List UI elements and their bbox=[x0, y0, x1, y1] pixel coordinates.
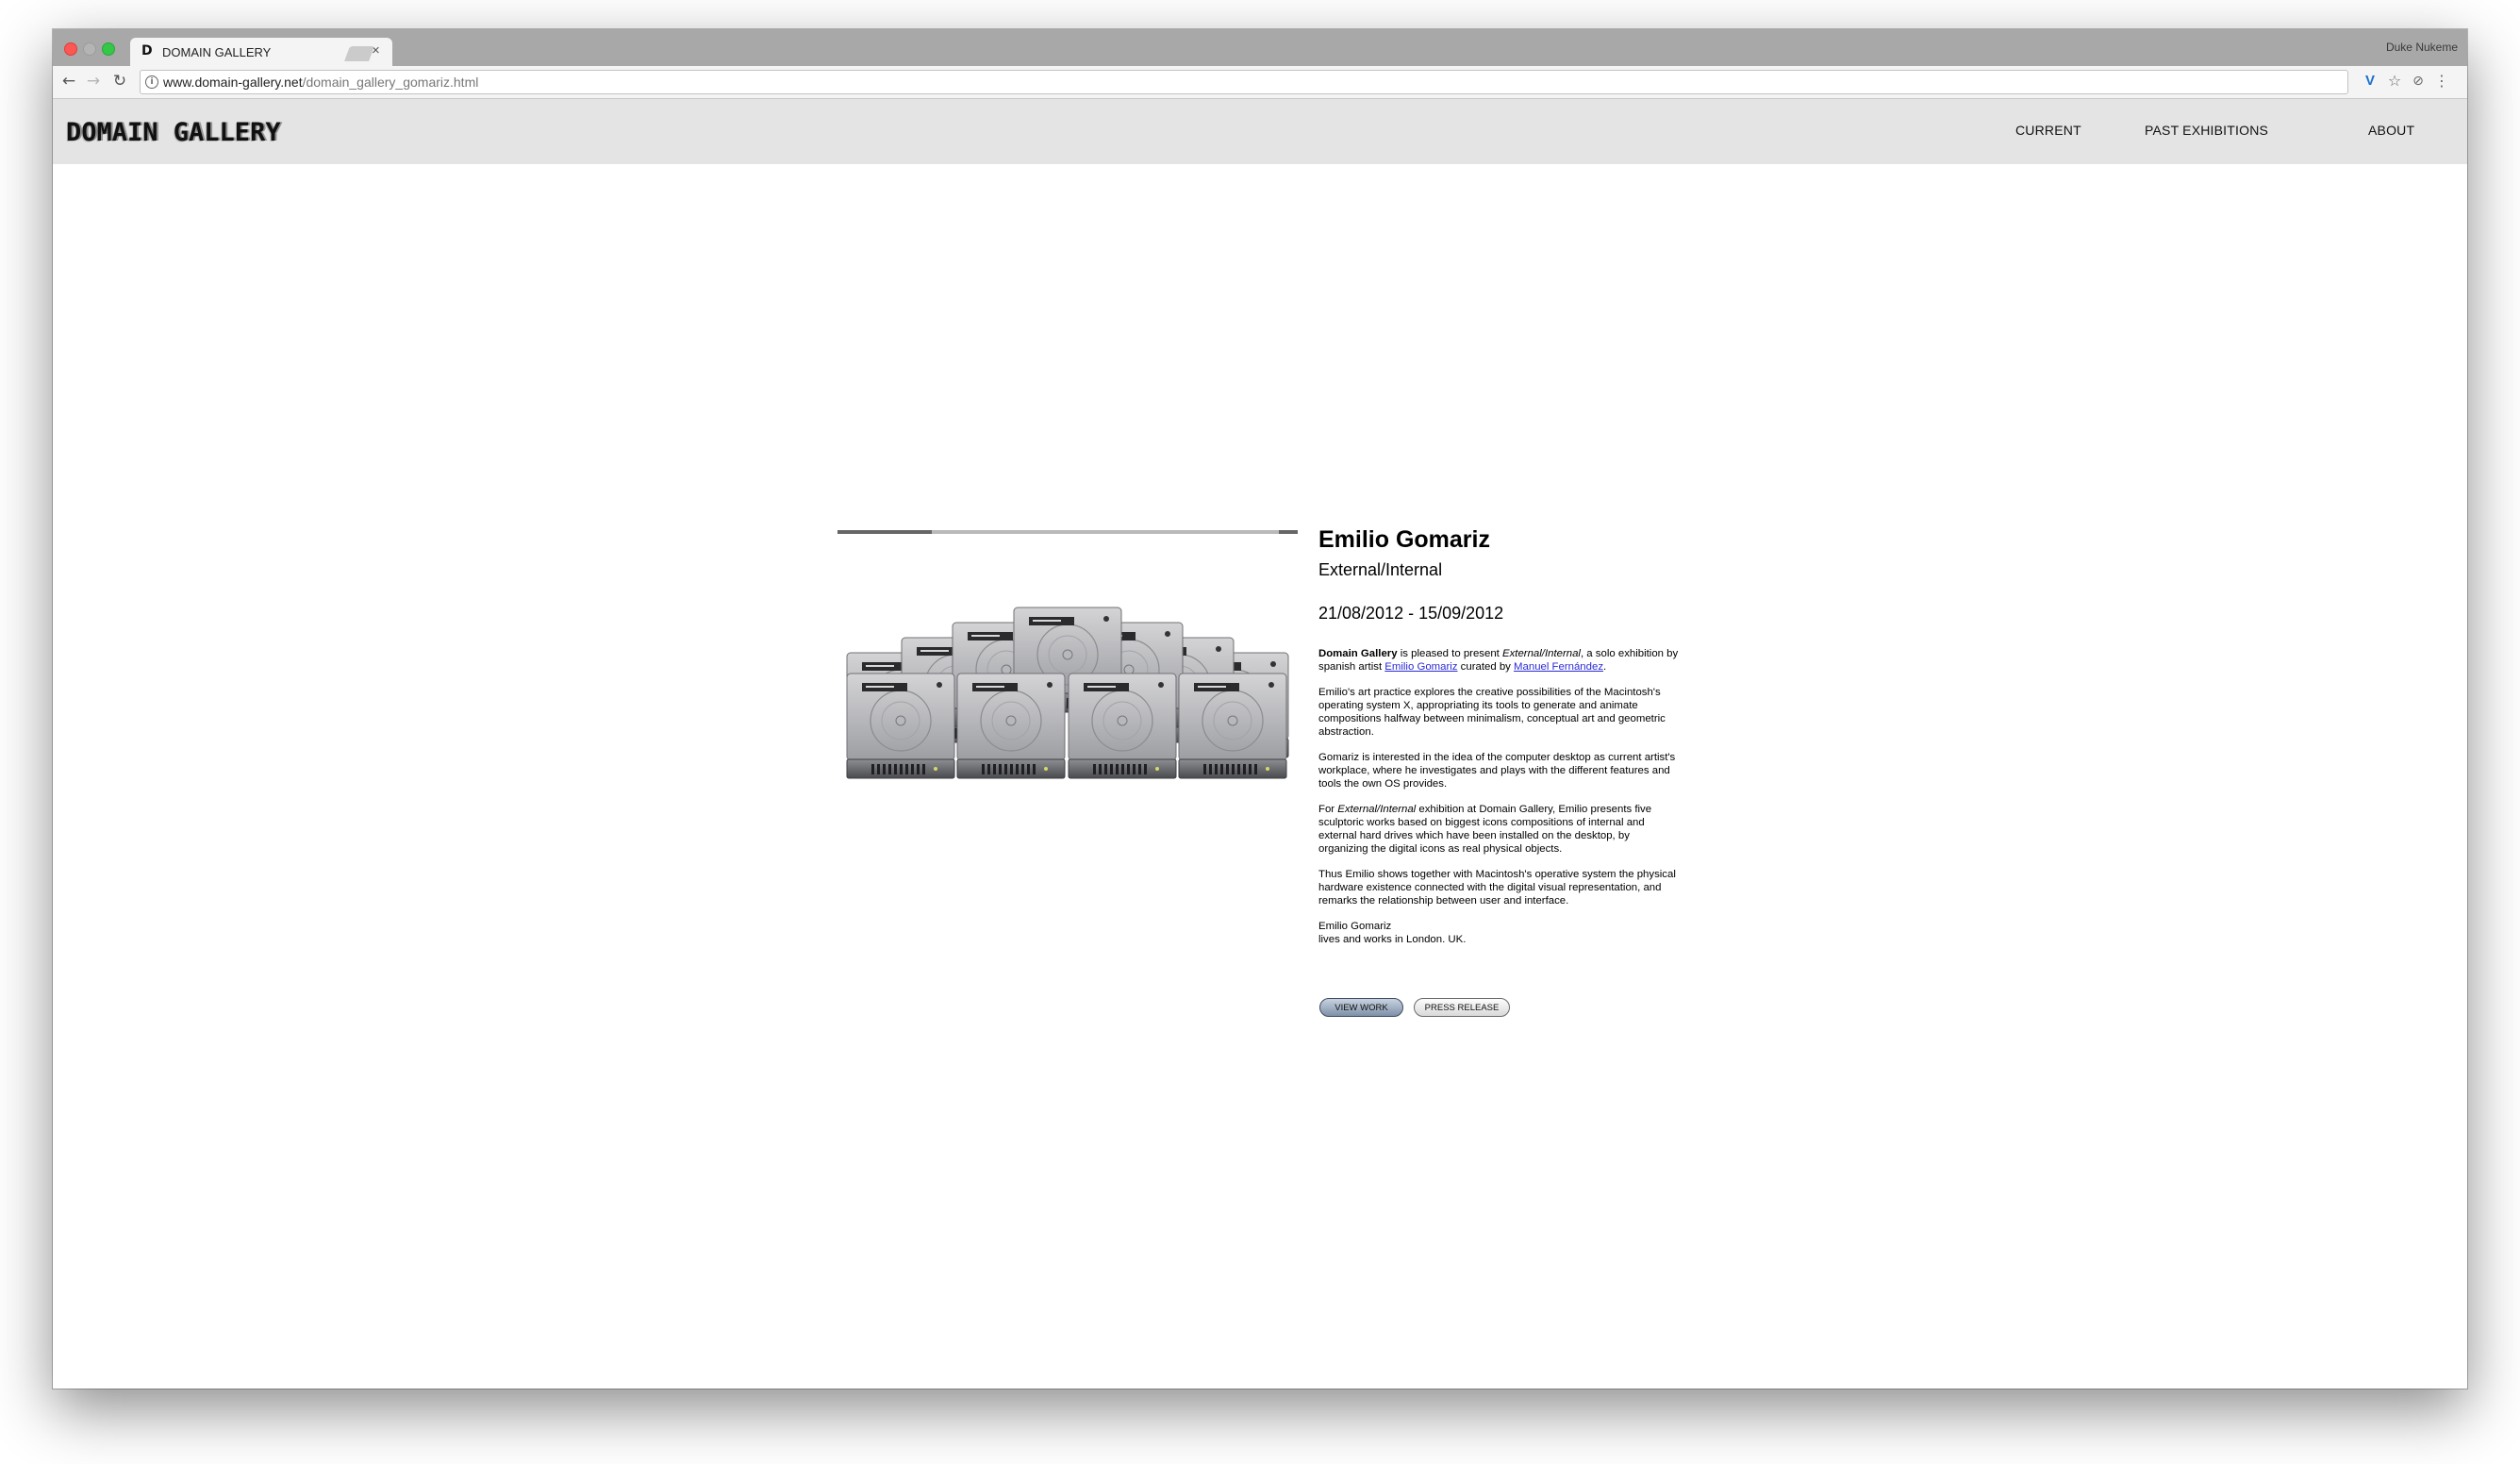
extension-v-icon[interactable]: V bbox=[2360, 70, 2380, 92]
nav-about-link[interactable]: ABOUT bbox=[2368, 123, 2414, 138]
address-bar[interactable]: i www.domain-gallery.net/domain_gallery_… bbox=[140, 70, 2348, 94]
tab-close-icon[interactable]: × bbox=[372, 42, 380, 58]
tab-title: DOMAIN GALLERY bbox=[162, 45, 272, 59]
site-logo[interactable]: DOMAIN GALLERY bbox=[66, 118, 281, 147]
browser-toolbar: ← → ↻ i www.domain-gallery.net/domain_ga… bbox=[53, 66, 2467, 99]
practice-paragraph: Emilio's art practice explores the creat… bbox=[1318, 687, 1666, 738]
nav-past-exhibitions-link[interactable]: PAST EXHIBITIONS bbox=[2145, 123, 2268, 138]
intro-paragraph: Domain Gallery is pleased to present Ext… bbox=[1318, 647, 1679, 674]
bio-paragraph: Emilio Gomariz lives and works in London.… bbox=[1318, 920, 1679, 946]
browser-window: D DOMAIN GALLERY × Duke Nukeme ← → ↻ i w… bbox=[53, 29, 2467, 1389]
extension-icon[interactable]: ⊘ bbox=[2408, 70, 2429, 92]
zoom-window-button[interactable] bbox=[102, 42, 115, 56]
reload-icon[interactable]: ↻ bbox=[109, 70, 130, 92]
url-text[interactable]: www.domain-gallery.net/domain_gallery_go… bbox=[163, 75, 478, 90]
exhibition-description: Domain Gallery is pleased to present Ext… bbox=[1318, 647, 1679, 958]
site-header: DOMAIN GALLERY CURRENT PAST EXHIBITIONS … bbox=[53, 99, 2467, 164]
url-host: www.domain-gallery.net bbox=[163, 75, 303, 90]
info-icon[interactable]: i bbox=[145, 75, 158, 89]
press-release-button[interactable]: PRESS RELEASE bbox=[1414, 998, 1510, 1017]
intro-title-emphasis: External/Internal bbox=[1502, 648, 1581, 659]
curator-link[interactable]: Manuel Fernández bbox=[1514, 661, 1603, 673]
forward-arrow-icon[interactable]: → bbox=[83, 70, 104, 92]
gallery-name: Domain Gallery bbox=[1318, 648, 1398, 659]
close-window-button[interactable] bbox=[64, 42, 77, 56]
url-path: /domain_gallery_gomariz.html bbox=[302, 75, 479, 90]
artwork-image bbox=[837, 530, 1298, 779]
bio-location: lives and works in London. UK. bbox=[1318, 934, 1467, 945]
view-work-button[interactable]: VIEW WORK bbox=[1319, 998, 1403, 1017]
intro-text-3: curated by bbox=[1457, 661, 1515, 673]
works-title-emphasis: External/Internal bbox=[1337, 804, 1417, 815]
bookmark-star-icon[interactable]: ☆ bbox=[2384, 70, 2405, 92]
intro-text-1: is pleased to present bbox=[1397, 648, 1503, 659]
works-paragraph: For External/Internal exhibition at Doma… bbox=[1318, 803, 1679, 856]
tab-strip: D DOMAIN GALLERY × Duke Nukeme bbox=[53, 29, 2467, 66]
intro-text-4: . bbox=[1603, 661, 1607, 673]
relationship-paragraph: Thus Emilio shows together with Macintos… bbox=[1318, 869, 1676, 907]
back-arrow-icon[interactable]: ← bbox=[58, 70, 79, 92]
artist-name: Emilio Gomariz bbox=[1318, 526, 1490, 553]
bio-name: Emilio Gomariz bbox=[1318, 921, 1392, 932]
minimize-window-button[interactable] bbox=[83, 42, 96, 56]
works-text-1: For bbox=[1318, 804, 1338, 815]
favicon-icon: D bbox=[141, 43, 153, 58]
menu-icon[interactable]: ⋮ bbox=[2431, 70, 2452, 92]
desktop-paragraph: Gomariz is interested in the idea of the… bbox=[1318, 752, 1676, 790]
profile-name[interactable]: Duke Nukeme bbox=[2386, 41, 2458, 54]
exhibition-title: External/Internal bbox=[1318, 560, 1443, 579]
nav-current-link[interactable]: CURRENT bbox=[2015, 123, 2081, 138]
exhibition-dates: 21/08/2012 - 15/09/2012 bbox=[1318, 604, 1504, 623]
artist-link[interactable]: Emilio Gomariz bbox=[1384, 661, 1457, 673]
